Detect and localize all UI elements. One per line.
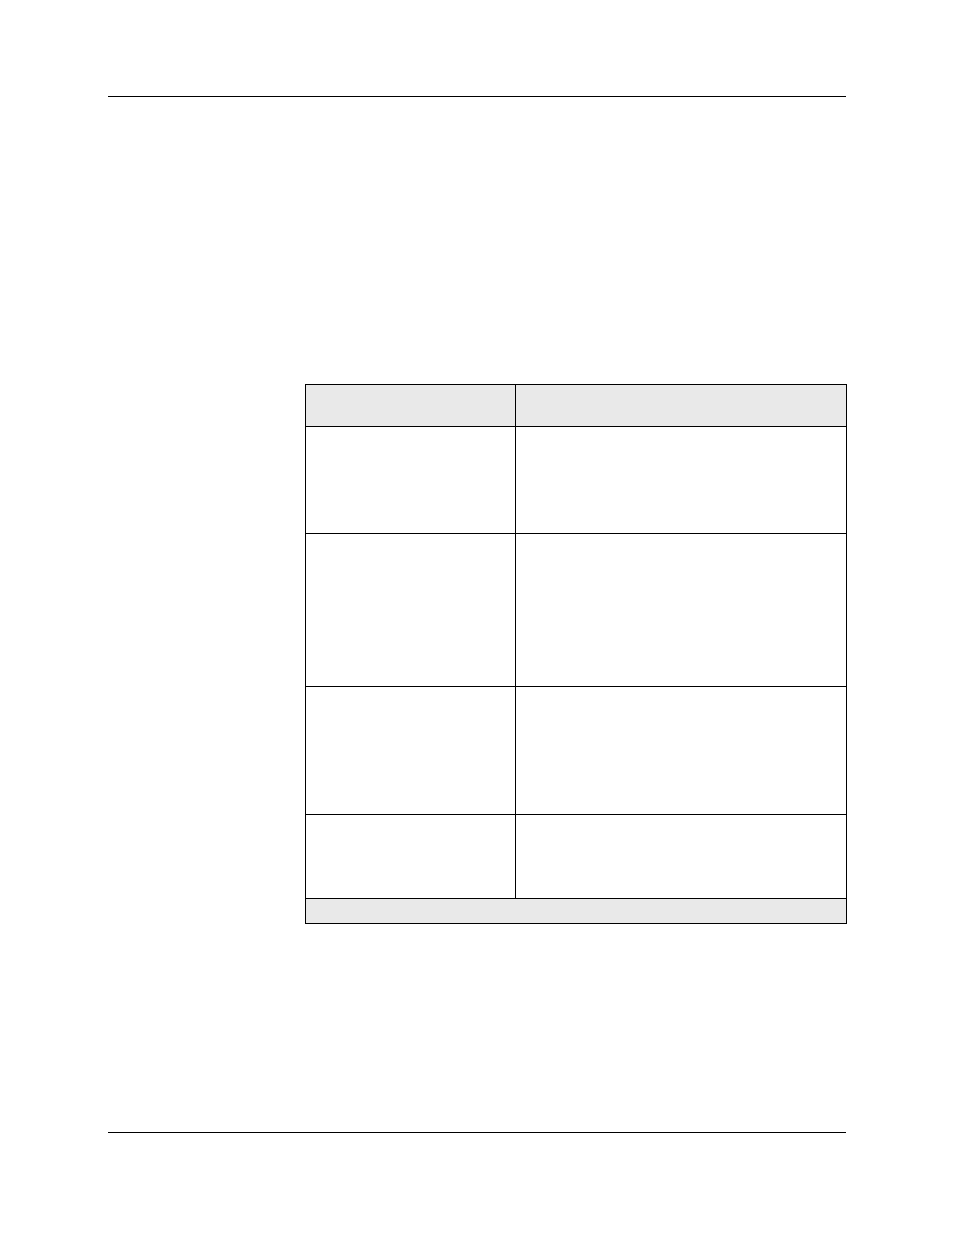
table-cell (306, 427, 516, 534)
table-row (306, 815, 847, 899)
table-footer-row (306, 899, 847, 924)
table-header-cell (515, 385, 846, 427)
table-cell (306, 815, 516, 899)
footer-rule (108, 1132, 846, 1133)
table-cell (306, 687, 516, 815)
table-row (306, 687, 847, 815)
table-cell (515, 534, 846, 687)
table-cell (515, 815, 846, 899)
table-cell (515, 687, 846, 815)
content-table (305, 384, 847, 924)
table-cell (515, 427, 846, 534)
table-row (306, 427, 847, 534)
table-header-cell (306, 385, 516, 427)
table-footer-cell (306, 899, 847, 924)
table-cell (306, 534, 516, 687)
header-rule (108, 96, 846, 97)
table-header-row (306, 385, 847, 427)
table-row (306, 534, 847, 687)
